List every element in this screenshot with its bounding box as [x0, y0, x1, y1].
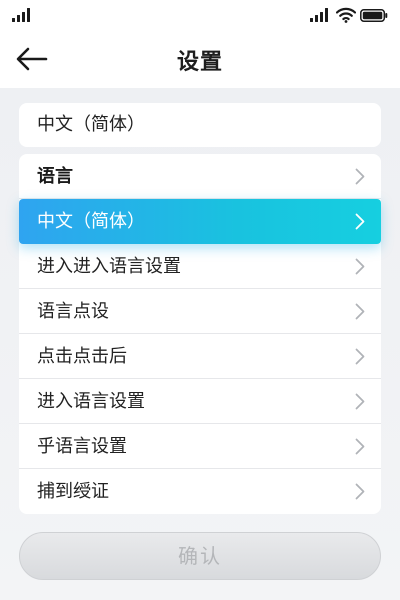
- page-title: 设置: [176, 50, 223, 75]
- chevron-right-icon: [355, 303, 365, 320]
- list-item[interactable]: 进入进入语言设置: [19, 244, 381, 289]
- chevron-right-icon: [355, 438, 365, 455]
- list-item-label: 点击点击后: [37, 346, 127, 367]
- list-item[interactable]: 进入语言设置: [19, 379, 381, 424]
- list-item-label: 进入语言设置: [37, 391, 145, 412]
- list-item[interactable]: 点击点击后: [19, 334, 381, 379]
- current-language-field[interactable]: 中文（简体）: [19, 103, 381, 147]
- list-item[interactable]: 语言点设: [19, 289, 381, 334]
- list-item-label: 乎语言设置: [37, 436, 127, 457]
- language-list: 语言 中文（简体） 进入进入语言设置 语言点设 点击点击后 进入语言设置 乎语言…: [19, 154, 381, 514]
- battery-icon: [360, 9, 388, 22]
- chevron-right-icon: [355, 168, 365, 185]
- wifi-icon: [336, 7, 356, 23]
- list-item-label: 进入进入语言设置: [37, 256, 181, 277]
- list-item-language-header[interactable]: 语言: [19, 154, 381, 199]
- list-item[interactable]: 捕到绶证: [19, 469, 381, 514]
- confirm-button[interactable]: 确认: [19, 532, 381, 580]
- top-nav-bar: 设置: [0, 34, 400, 84]
- chevron-right-icon: [355, 483, 365, 500]
- cellular-signal-icon: [310, 8, 328, 22]
- chevron-right-icon: [355, 348, 365, 365]
- list-item-label: 中文（简体）: [37, 211, 145, 232]
- status-bar: [0, 0, 400, 32]
- cellular-signal-icon: [12, 8, 30, 22]
- chevron-right-icon: [355, 393, 365, 410]
- list-item-label: 语言: [37, 166, 73, 187]
- settings-content: 中文（简体） 语言 中文（简体） 进入进入语言设置 语言点设 点击点击后 进入语…: [0, 88, 400, 600]
- list-item-label: 语言点设: [37, 301, 109, 322]
- list-item-selected-language[interactable]: 中文（简体）: [19, 199, 381, 244]
- chevron-right-icon: [355, 258, 365, 275]
- settings-screen: 设置 中文（简体） 语言 中文（简体） 进入进入语言设置 语言点设 点击点击后 …: [0, 0, 400, 600]
- list-item[interactable]: 乎语言设置: [19, 424, 381, 469]
- list-item-label: 捕到绶证: [37, 481, 109, 502]
- chevron-right-icon: [355, 213, 365, 230]
